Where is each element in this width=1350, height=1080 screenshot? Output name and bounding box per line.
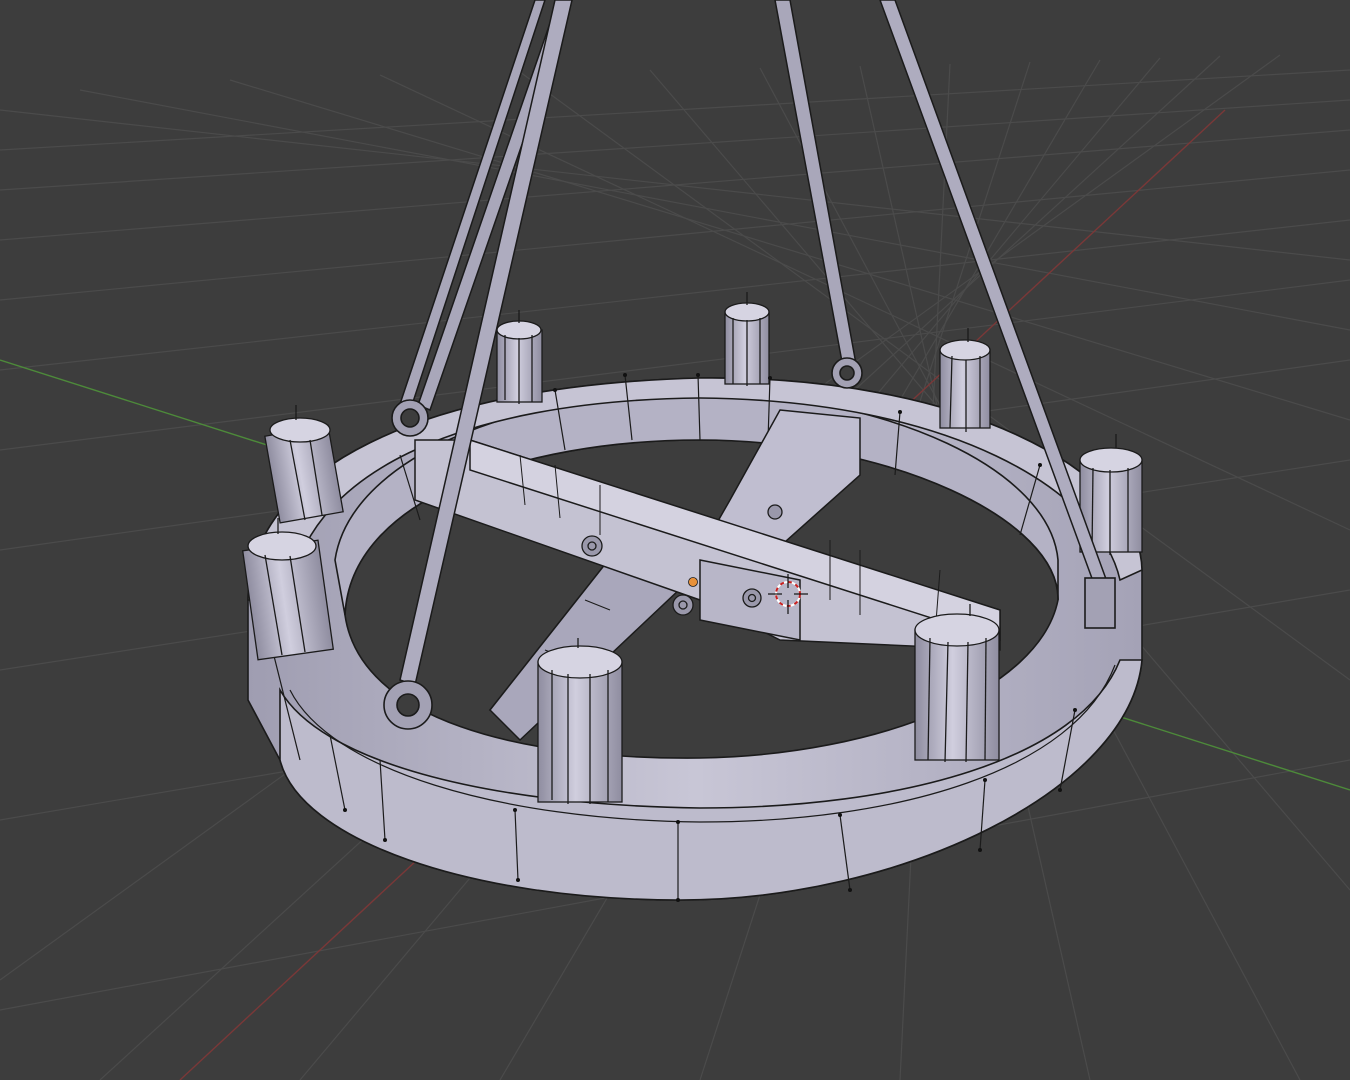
candle-back-left (496, 310, 543, 404)
3d-viewport[interactable] (0, 0, 1350, 1080)
object-origin (688, 577, 698, 587)
candle-front-right (914, 604, 1000, 763)
candle-left-back (264, 405, 344, 524)
candle-front-center (537, 638, 623, 804)
candle-back-center (724, 292, 770, 386)
scene-canvas[interactable] (0, 0, 1350, 1080)
candle-back-right (939, 328, 991, 432)
